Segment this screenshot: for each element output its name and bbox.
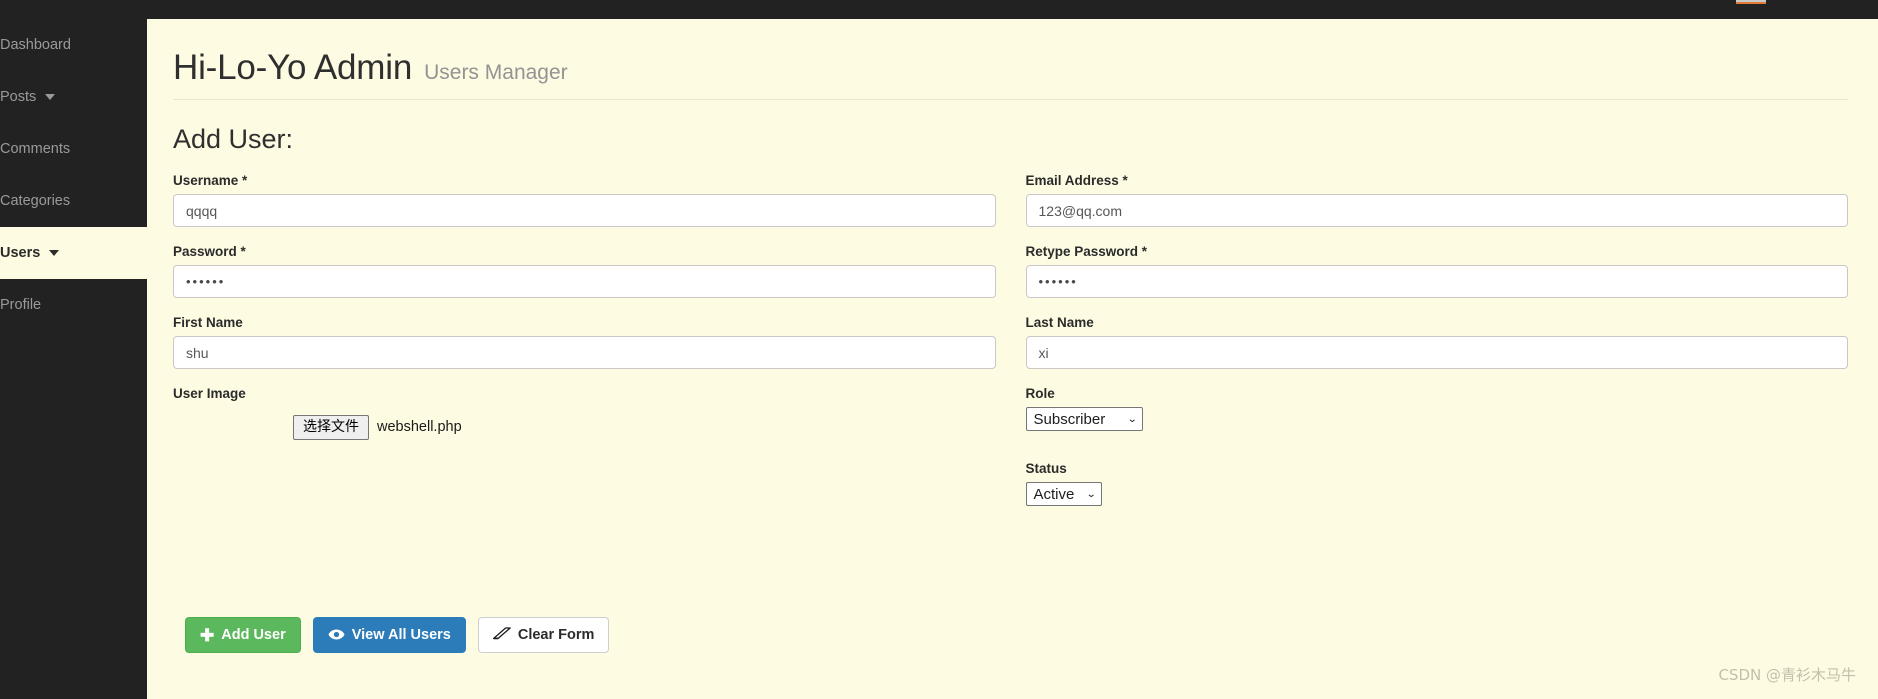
status-selected-value: Active	[1033, 485, 1075, 503]
sidebar-item-label: Categories	[0, 192, 71, 209]
chevron-down-icon	[45, 94, 56, 100]
eraser-icon	[492, 627, 511, 643]
field-user-image: User Image 选择文件 webshell.php	[173, 386, 996, 440]
app-root: Dashboard Posts Comments Categories User…	[0, 0, 1878, 699]
retype-password-input[interactable]: ••••••	[1025, 265, 1848, 298]
last-name-input[interactable]: xi	[1025, 336, 1848, 369]
add-user-button[interactable]: ✚ Add User	[185, 617, 301, 653]
sidebar-item-users[interactable]: Users	[0, 227, 147, 279]
email-label: Email Address *	[1025, 173, 1128, 188]
sidebar-item-label: Comments	[0, 140, 71, 157]
file-upload-row: 选择文件 webshell.php	[293, 415, 996, 440]
sidebar: Dashboard Posts Comments Categories User…	[0, 19, 147, 699]
chevron-down-icon: ⌄	[1086, 488, 1097, 500]
status-select[interactable]: Active ⌄	[1025, 482, 1102, 506]
watermark: CSDN @青衫木马牛	[1718, 666, 1856, 684]
username-input[interactable]: qqqq	[173, 194, 996, 227]
selected-file-name: webshell.php	[377, 419, 462, 436]
form-actions: ✚ Add User View All Users Clear Form	[185, 617, 610, 653]
choose-file-button[interactable]: 选择文件	[293, 415, 369, 440]
chevron-down-icon	[49, 250, 60, 256]
sidebar-item-label: Dashboard	[0, 36, 71, 53]
sidebar-item-comments[interactable]: Comments	[0, 123, 147, 175]
username-label: Username *	[173, 173, 248, 188]
add-user-form: Username * qqqq Password * •••••• First …	[173, 173, 1848, 523]
sidebar-item-categories[interactable]: Categories	[0, 175, 147, 227]
sidebar-item-posts[interactable]: Posts	[0, 71, 147, 123]
role-select[interactable]: Subscriber ⌄	[1025, 407, 1143, 431]
sidebar-item-label: Posts	[0, 88, 37, 105]
status-label: Status	[1025, 461, 1067, 476]
user-image-label: User Image	[173, 386, 246, 401]
retype-password-label: Retype Password *	[1025, 244, 1148, 259]
form-column-right: Email Address * 123@qq.com Retype Passwo…	[1025, 173, 1849, 523]
add-user-button-label: Add User	[221, 627, 286, 643]
eye-icon	[328, 628, 345, 642]
page-subtitle: Users Manager	[424, 61, 568, 84]
password-masked-value: ••••••	[186, 274, 226, 289]
main-content: Hi-Lo-Yo Admin Users Manager Add User: U…	[147, 19, 1878, 699]
view-all-users-button[interactable]: View All Users	[312, 617, 466, 653]
sidebar-item-profile[interactable]: Profile	[0, 279, 147, 331]
form-column-left: Username * qqqq Password * •••••• First …	[173, 173, 996, 523]
page-header: Hi-Lo-Yo Admin Users Manager	[173, 19, 1848, 100]
field-username: Username * qqqq	[173, 173, 996, 227]
field-email: Email Address * 123@qq.com	[1025, 173, 1848, 227]
first-name-label: First Name	[173, 315, 243, 330]
retype-password-masked-value: ••••••	[1038, 274, 1078, 289]
field-first-name: First Name shu	[173, 315, 996, 369]
page-title: Hi-Lo-Yo Admin	[173, 48, 413, 87]
browser-top-bar	[0, 0, 1878, 19]
role-label: Role	[1025, 386, 1055, 401]
field-retype-password: Retype Password * ••••••	[1025, 244, 1848, 298]
plus-icon: ✚	[200, 625, 215, 645]
role-selected-value: Subscriber	[1033, 410, 1106, 428]
view-all-users-button-label: View All Users	[351, 627, 451, 643]
clear-form-button-label: Clear Form	[517, 627, 595, 643]
sidebar-item-label: Profile	[0, 296, 42, 313]
password-label: Password *	[173, 244, 246, 259]
clear-form-button[interactable]: Clear Form	[477, 617, 610, 653]
chevron-down-icon: ⌄	[1127, 413, 1138, 425]
email-input[interactable]: 123@qq.com	[1025, 194, 1848, 227]
section-title: Add User:	[173, 124, 294, 154]
field-role: Role Subscriber ⌄	[1025, 386, 1849, 431]
sidebar-item-label: Users	[0, 244, 41, 261]
sidebar-item-dashboard[interactable]: Dashboard	[0, 19, 147, 71]
last-name-label: Last Name	[1025, 315, 1094, 330]
first-name-input[interactable]: shu	[173, 336, 996, 369]
field-password: Password * ••••••	[173, 244, 996, 298]
password-input[interactable]: ••••••	[173, 265, 996, 298]
field-last-name: Last Name xi	[1025, 315, 1848, 369]
browser-tab-stub[interactable]	[1736, 0, 1766, 4]
field-status: Status Active ⌄	[1025, 461, 1849, 506]
